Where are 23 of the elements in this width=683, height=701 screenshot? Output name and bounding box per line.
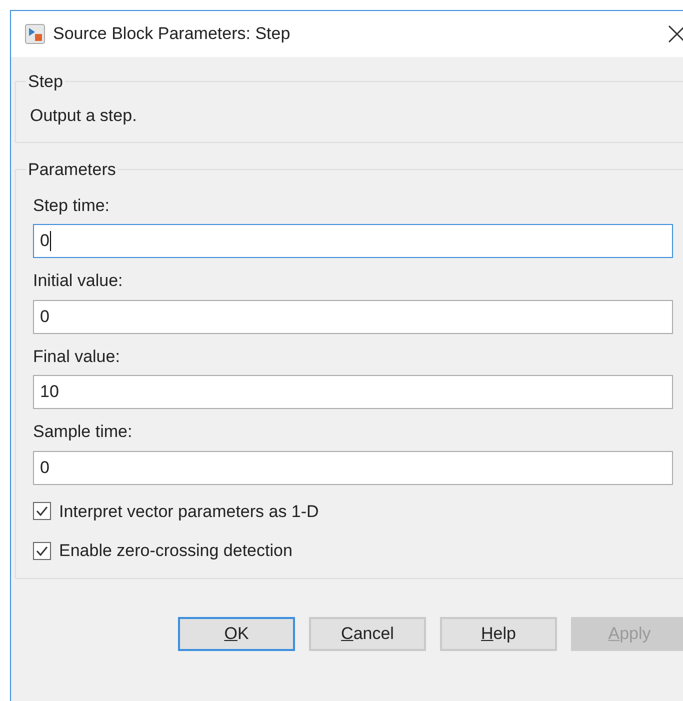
input-field[interactable]: 0 bbox=[33, 300, 673, 334]
checkbox-label: Interpret vector parameters as 1-D bbox=[59, 500, 319, 522]
dialog-button[interactable]: Cancel bbox=[309, 616, 426, 650]
dialog-button[interactable]: OK bbox=[178, 616, 295, 650]
block-icon bbox=[25, 24, 45, 44]
field-label: Initial value: bbox=[33, 270, 124, 292]
window-title: Source Block Parameters: Step bbox=[53, 23, 290, 46]
checkbox-label: Enable zero-crossing detection bbox=[59, 540, 292, 562]
close-icon bbox=[668, 25, 683, 43]
input-field[interactable]: 0 bbox=[33, 450, 673, 484]
group-title: Parameters bbox=[27, 159, 117, 181]
dialog-button[interactable]: Help bbox=[440, 616, 557, 650]
field-label: Step time: bbox=[33, 194, 111, 216]
group-title: Step bbox=[27, 71, 64, 93]
input-field[interactable]: 10 bbox=[33, 375, 673, 409]
field-label: Sample time: bbox=[33, 421, 134, 443]
input-field[interactable]: 0 bbox=[33, 224, 673, 258]
field-label: Final value: bbox=[33, 346, 121, 368]
checkbox[interactable] bbox=[33, 502, 51, 520]
check-icon bbox=[35, 504, 49, 518]
checkbox[interactable] bbox=[33, 542, 51, 560]
block-description: Output a step. bbox=[30, 104, 138, 126]
check-icon bbox=[35, 544, 49, 558]
